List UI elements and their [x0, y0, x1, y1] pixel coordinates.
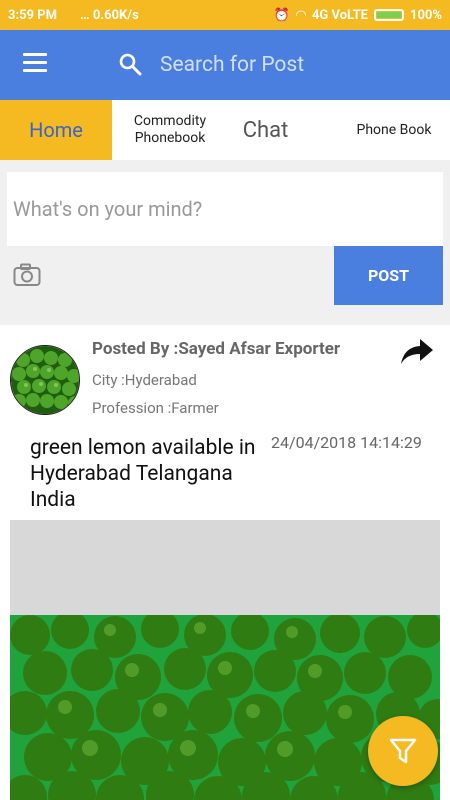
filter-button[interactable] [368, 716, 438, 786]
status-network: 4G VoLTE [311, 7, 368, 23]
tab-phone-book[interactable]: Phone Book [340, 100, 448, 160]
post-text: green lemon available in Hyderabad Telan… [30, 436, 256, 512]
wifi-icon: ◠ [295, 7, 306, 23]
tab-chat[interactable]: Chat [228, 100, 303, 160]
status-input[interactable] [7, 172, 443, 246]
post-city: City :Hyderabad [92, 371, 197, 389]
battery-icon [374, 9, 404, 21]
filter-icon [389, 738, 417, 764]
post-author: Posted By :Sayed Afsar Exporter [92, 339, 341, 359]
post-profession: Profession :Farmer [92, 399, 219, 417]
avatar[interactable] [10, 345, 80, 415]
camera-icon[interactable] [13, 263, 41, 287]
tab-bar: Home Commodity Phonebook Chat Phone Book [0, 100, 450, 160]
post-date: 24/04/2018 14:14:29 [271, 433, 422, 452]
search-input[interactable] [160, 49, 420, 81]
status-bar: 3:59 PM … 0.60K/s ⏰ ◠ 4G VoLTE 100% [0, 0, 450, 30]
menu-icon[interactable] [23, 53, 47, 77]
tab-home[interactable]: Home [0, 100, 112, 160]
share-icon[interactable] [400, 337, 434, 365]
search-icon[interactable] [118, 52, 142, 76]
status-speed: … 0.60K/s [80, 7, 139, 23]
compose-section: POST [0, 160, 450, 325]
image-placeholder [10, 520, 440, 615]
alarm-icon: ⏰ [273, 7, 290, 23]
app-bar [0, 30, 450, 100]
tab-commodity-phonebook[interactable]: Commodity Phonebook [112, 100, 228, 160]
post-button[interactable]: POST [334, 246, 443, 305]
status-time: 3:59 PM [8, 7, 58, 23]
status-battery: 100% [410, 7, 442, 23]
